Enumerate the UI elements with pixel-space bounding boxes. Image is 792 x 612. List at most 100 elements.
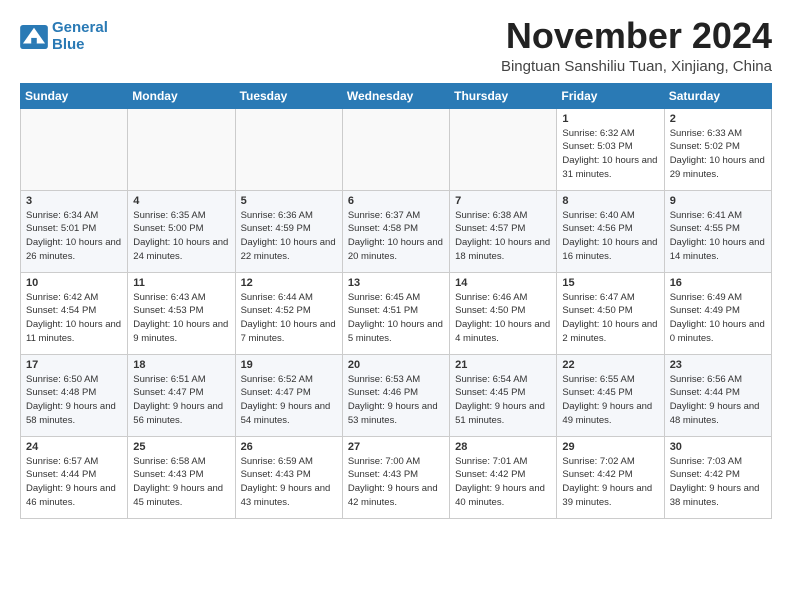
page: General Blue November 2024 Bingtuan Sans…	[0, 0, 792, 529]
day-number: 28	[455, 441, 551, 453]
week-row-5: 24 Sunrise: 6:57 AM Sunset: 4:44 PM Dayli…	[21, 436, 772, 518]
calendar-cell: 12 Sunrise: 6:44 AM Sunset: 4:52 PM Dayli…	[235, 272, 342, 354]
calendar-cell	[21, 108, 128, 190]
day-info: Sunrise: 6:33 AM Sunset: 5:02 PM Dayligh…	[670, 127, 766, 182]
day-info: Sunrise: 6:37 AM Sunset: 4:58 PM Dayligh…	[348, 209, 444, 264]
day-info: Sunrise: 6:35 AM Sunset: 5:00 PM Dayligh…	[133, 209, 229, 264]
day-number: 12	[241, 277, 337, 289]
day-info: Sunrise: 6:52 AM Sunset: 4:47 PM Dayligh…	[241, 373, 337, 428]
day-info: Sunrise: 6:55 AM Sunset: 4:45 PM Dayligh…	[562, 373, 658, 428]
logo-line1: General	[52, 19, 108, 36]
day-info: Sunrise: 6:47 AM Sunset: 4:50 PM Dayligh…	[562, 291, 658, 346]
day-number: 24	[26, 441, 122, 453]
calendar-cell: 14Sunrise: 6:46 AM Sunset: 4:50 PM Dayli…	[450, 272, 557, 354]
day-info: Sunrise: 6:54 AM Sunset: 4:45 PM Dayligh…	[455, 373, 551, 428]
calendar-cell: 11Sunrise: 6:43 AM Sunset: 4:53 PM Dayli…	[128, 272, 235, 354]
weekday-monday: Monday	[128, 83, 235, 108]
weekday-friday: Friday	[557, 83, 664, 108]
day-info: Sunrise: 6:43 AM Sunset: 4:53 PM Dayligh…	[133, 291, 229, 346]
logo-line2: Blue	[52, 36, 85, 53]
week-row-4: 17 Sunrise: 6:50 AM Sunset: 4:48 PM Dayli…	[21, 354, 772, 436]
day-number: 16	[670, 277, 766, 289]
calendar-cell: 18Sunrise: 6:51 AM Sunset: 4:47 PM Dayli…	[128, 354, 235, 436]
day-info: Sunrise: 6:50 AM Sunset: 4:48 PM Dayligh…	[26, 373, 122, 428]
calendar-cell: 28 Sunrise: 7:01 AM Sunset: 4:42 PM Dayli…	[450, 436, 557, 518]
day-number: 1	[562, 113, 658, 125]
day-number: 17	[26, 359, 122, 371]
day-number: 9	[670, 195, 766, 207]
weekday-header-row: SundayMondayTuesdayWednesdayThursdayFrid…	[21, 83, 772, 108]
day-info: Sunrise: 6:42 AM Sunset: 4:54 PM Dayligh…	[26, 291, 122, 346]
day-number: 7	[455, 195, 551, 207]
calendar-cell: 8 Sunrise: 6:40 AM Sunset: 4:56 PM Daylig…	[557, 190, 664, 272]
location-subtitle: Bingtuan Sanshiliu Tuan, Xinjiang, China	[501, 58, 772, 75]
day-number: 22	[562, 359, 658, 371]
calendar-cell: 13 Sunrise: 6:45 AM Sunset: 4:51 PM Dayli…	[342, 272, 449, 354]
week-row-1: 1Sunrise: 6:32 AM Sunset: 5:03 PM Daylig…	[21, 108, 772, 190]
weekday-sunday: Sunday	[21, 83, 128, 108]
calendar-cell	[128, 108, 235, 190]
day-info: Sunrise: 6:45 AM Sunset: 4:51 PM Dayligh…	[348, 291, 444, 346]
calendar-cell: 9 Sunrise: 6:41 AM Sunset: 4:55 PM Daylig…	[664, 190, 771, 272]
day-info: Sunrise: 7:01 AM Sunset: 4:42 PM Dayligh…	[455, 455, 551, 510]
day-info: Sunrise: 6:41 AM Sunset: 4:55 PM Dayligh…	[670, 209, 766, 264]
calendar-cell: 17 Sunrise: 6:50 AM Sunset: 4:48 PM Dayli…	[21, 354, 128, 436]
day-info: Sunrise: 6:36 AM Sunset: 4:59 PM Dayligh…	[241, 209, 337, 264]
weekday-thursday: Thursday	[450, 83, 557, 108]
calendar-cell: 30 Sunrise: 7:03 AM Sunset: 4:42 PM Dayli…	[664, 436, 771, 518]
day-info: Sunrise: 6:40 AM Sunset: 4:56 PM Dayligh…	[562, 209, 658, 264]
calendar-cell: 3 Sunrise: 6:34 AM Sunset: 5:01 PM Daylig…	[21, 190, 128, 272]
calendar-cell	[235, 108, 342, 190]
calendar-cell: 6 Sunrise: 6:37 AM Sunset: 4:58 PM Daylig…	[342, 190, 449, 272]
day-info: Sunrise: 7:02 AM Sunset: 4:42 PM Dayligh…	[562, 455, 658, 510]
calendar-cell: 29 Sunrise: 7:02 AM Sunset: 4:42 PM Dayli…	[557, 436, 664, 518]
day-info: Sunrise: 7:03 AM Sunset: 4:42 PM Dayligh…	[670, 455, 766, 510]
calendar-cell: 10 Sunrise: 6:42 AM Sunset: 4:54 PM Dayli…	[21, 272, 128, 354]
logo-icon	[20, 25, 48, 49]
logo-text: General Blue	[52, 20, 108, 53]
calendar-cell: 4 Sunrise: 6:35 AM Sunset: 5:00 PM Daylig…	[128, 190, 235, 272]
day-info: Sunrise: 6:46 AM Sunset: 4:50 PM Dayligh…	[455, 291, 551, 346]
day-info: Sunrise: 6:59 AM Sunset: 4:43 PM Dayligh…	[241, 455, 337, 510]
calendar-cell: 25 Sunrise: 6:58 AM Sunset: 4:43 PM Dayli…	[128, 436, 235, 518]
day-number: 25	[133, 441, 229, 453]
day-number: 29	[562, 441, 658, 453]
day-info: Sunrise: 6:44 AM Sunset: 4:52 PM Dayligh…	[241, 291, 337, 346]
calendar-cell: 20 Sunrise: 6:53 AM Sunset: 4:46 PM Dayli…	[342, 354, 449, 436]
calendar-cell: 26 Sunrise: 6:59 AM Sunset: 4:43 PM Dayli…	[235, 436, 342, 518]
day-number: 26	[241, 441, 337, 453]
day-info: Sunrise: 6:58 AM Sunset: 4:43 PM Dayligh…	[133, 455, 229, 510]
day-number: 20	[348, 359, 444, 371]
calendar-cell: 23 Sunrise: 6:56 AM Sunset: 4:44 PM Dayli…	[664, 354, 771, 436]
logo: General Blue	[20, 20, 108, 53]
calendar-cell: 7Sunrise: 6:38 AM Sunset: 4:57 PM Daylig…	[450, 190, 557, 272]
calendar-cell: 15Sunrise: 6:47 AM Sunset: 4:50 PM Dayli…	[557, 272, 664, 354]
calendar-cell	[342, 108, 449, 190]
day-info: Sunrise: 6:56 AM Sunset: 4:44 PM Dayligh…	[670, 373, 766, 428]
title-block: November 2024 Bingtuan Sanshiliu Tuan, X…	[501, 16, 772, 75]
day-number: 10	[26, 277, 122, 289]
day-info: Sunrise: 6:34 AM Sunset: 5:01 PM Dayligh…	[26, 209, 122, 264]
day-number: 18	[133, 359, 229, 371]
day-number: 19	[241, 359, 337, 371]
day-info: Sunrise: 6:53 AM Sunset: 4:46 PM Dayligh…	[348, 373, 444, 428]
day-number: 3	[26, 195, 122, 207]
day-number: 30	[670, 441, 766, 453]
day-number: 23	[670, 359, 766, 371]
day-info: Sunrise: 6:57 AM Sunset: 4:44 PM Dayligh…	[26, 455, 122, 510]
day-number: 21	[455, 359, 551, 371]
day-number: 5	[241, 195, 337, 207]
calendar-cell: 22 Sunrise: 6:55 AM Sunset: 4:45 PM Dayli…	[557, 354, 664, 436]
day-number: 6	[348, 195, 444, 207]
day-number: 8	[562, 195, 658, 207]
day-info: Sunrise: 6:49 AM Sunset: 4:49 PM Dayligh…	[670, 291, 766, 346]
day-info: Sunrise: 7:00 AM Sunset: 4:43 PM Dayligh…	[348, 455, 444, 510]
calendar: SundayMondayTuesdayWednesdayThursdayFrid…	[20, 83, 772, 519]
calendar-cell	[450, 108, 557, 190]
calendar-cell: 24 Sunrise: 6:57 AM Sunset: 4:44 PM Dayli…	[21, 436, 128, 518]
month-title: November 2024	[501, 16, 772, 56]
day-number: 13	[348, 277, 444, 289]
day-number: 4	[133, 195, 229, 207]
day-number: 27	[348, 441, 444, 453]
calendar-cell: 19 Sunrise: 6:52 AM Sunset: 4:47 PM Dayli…	[235, 354, 342, 436]
